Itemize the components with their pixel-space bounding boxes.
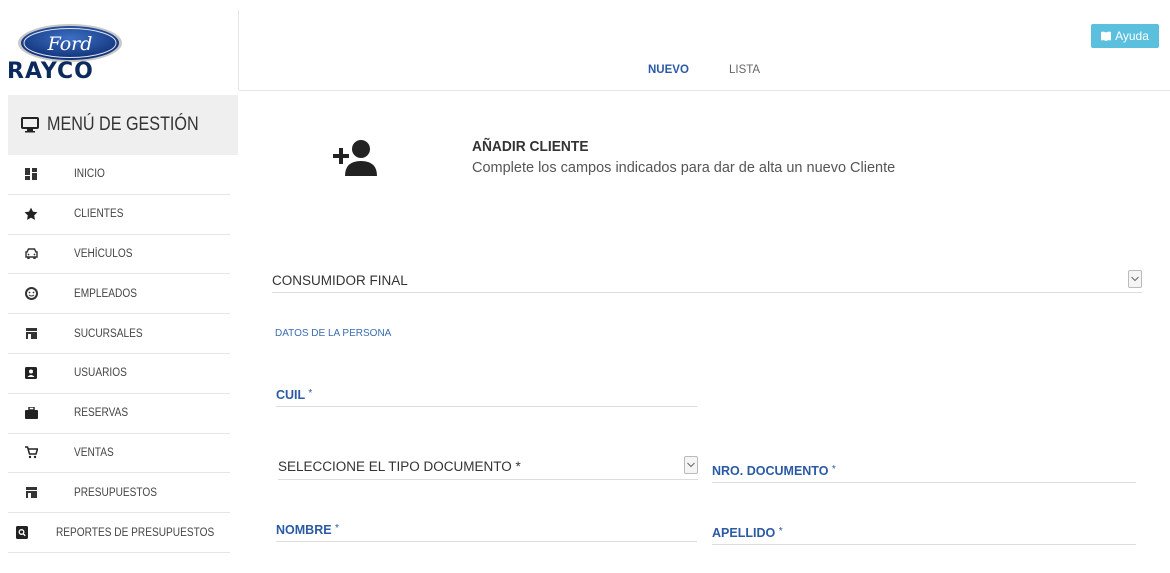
star-icon: [24, 207, 38, 221]
document-number-field[interactable]: NRO. DOCUMENTO *: [712, 457, 1136, 483]
name-label: NOMBRE: [276, 523, 332, 537]
required-mark: *: [335, 523, 339, 534]
brand-logo[interactable]: Ford RAYCO: [5, 18, 130, 84]
lastname-field[interactable]: APELLIDO *: [712, 519, 1136, 545]
sidebar-item-label: VENTAS: [74, 446, 114, 459]
sidebar-item-usuarios[interactable]: USUARIOS: [8, 354, 230, 394]
cuil-field[interactable]: CUIL *: [276, 381, 697, 407]
briefcase-icon: [24, 407, 38, 420]
sidebar-item-inicio[interactable]: INICIO: [8, 155, 230, 195]
tab-lista[interactable]: LISTA: [729, 64, 760, 76]
sidebar-item-label: USUARIOS: [74, 367, 127, 380]
brand-name: RAYCO: [7, 59, 94, 84]
client-type-selected-value: CONSUMIDOR FINAL: [272, 272, 408, 288]
sidebar-item-vehiculos[interactable]: VEHÍCULOS: [8, 235, 230, 275]
store-icon: [25, 486, 37, 498]
sidebar-item-label: RESERVAS: [74, 407, 129, 420]
id-card-icon: [25, 367, 37, 380]
add-user-icon: [332, 138, 382, 181]
menu-header: MENÚ DE GESTIÓN: [8, 95, 238, 155]
chevron-down-icon[interactable]: [1128, 270, 1142, 288]
cuil-label: CUIL: [276, 388, 305, 402]
required-mark: *: [778, 526, 783, 537]
help-button[interactable]: Ayuda: [1091, 24, 1159, 48]
page-subtitle: Complete los campos indicados para dar d…: [472, 160, 896, 176]
ford-oval-icon: Ford: [18, 24, 122, 62]
name-field[interactable]: NOMBRE *: [276, 516, 697, 542]
document-type-placeholder: SELECCIONE EL TIPO DOCUMENTO *: [278, 459, 521, 474]
sidebar-item-reservas[interactable]: RESERVAS: [8, 394, 230, 434]
required-mark: *: [308, 388, 313, 399]
sidebar-item-clientes[interactable]: CLIENTES: [8, 195, 230, 235]
document-number-label: NRO. DOCUMENTO: [712, 464, 829, 478]
sidebar-item-label: CLIENTES: [74, 208, 124, 221]
document-type-select[interactable]: SELECCIONE EL TIPO DOCUMENTO *: [278, 454, 698, 480]
sidebar-item-label: VEHÍCULOS: [74, 247, 133, 260]
sidebar-item-ventas[interactable]: VENTAS: [8, 434, 230, 474]
dashboard-icon: [25, 168, 37, 181]
sidebar-item-label: INICIO: [74, 168, 105, 181]
sidebar-item-presupuestos[interactable]: PRESUPUESTOS: [8, 473, 230, 514]
smiley-icon: [24, 287, 38, 301]
ford-logo-text: Ford: [47, 33, 93, 55]
lastname-label: APELLIDO: [712, 526, 776, 540]
sidebar-item-sucursales[interactable]: SUCURSALES: [8, 314, 230, 354]
page-title: AÑADIR CLIENTE: [472, 138, 589, 155]
top-bar: NUEVO LISTA Ayuda: [239, 0, 1170, 91]
sidebar-item-label: REPORTES DE PRESUPUESTOS: [56, 526, 215, 539]
required-mark: *: [831, 464, 836, 475]
sidebar-item-label: SUCURSALES: [74, 327, 143, 340]
sidebar-item-label: EMPLEADOS: [74, 287, 137, 300]
sidebar: Ford RAYCO MENÚ DE GESTIÓN INICIO CLIENT…: [0, 0, 238, 573]
store-icon: [25, 327, 37, 339]
search-report-icon: [16, 526, 28, 540]
monitor-icon: [20, 117, 39, 133]
book-icon: [1101, 31, 1112, 41]
sidebar-item-reportes-presupuestos[interactable]: REPORTES DE PRESUPUESTOS: [8, 513, 230, 553]
section-label-person-data: DATOS DE LA PERSONA: [275, 328, 392, 339]
tab-nuevo[interactable]: NUEVO: [648, 64, 689, 76]
help-button-label: Ayuda: [1115, 29, 1149, 43]
chevron-down-icon[interactable]: [684, 456, 698, 474]
menu-header-label: MENÚ DE GESTIÓN: [46, 114, 199, 135]
cart-icon: [24, 446, 38, 459]
sidebar-item-empleados[interactable]: EMPLEADOS: [8, 274, 230, 315]
client-type-select[interactable]: CONSUMIDOR FINAL: [272, 268, 1142, 293]
sidebar-menu: INICIO CLIENTES VEHÍCULOS EMPLEADOS SUCU…: [8, 155, 230, 553]
sidebar-item-label: PRESUPUESTOS: [74, 486, 158, 499]
car-icon: [24, 248, 38, 260]
